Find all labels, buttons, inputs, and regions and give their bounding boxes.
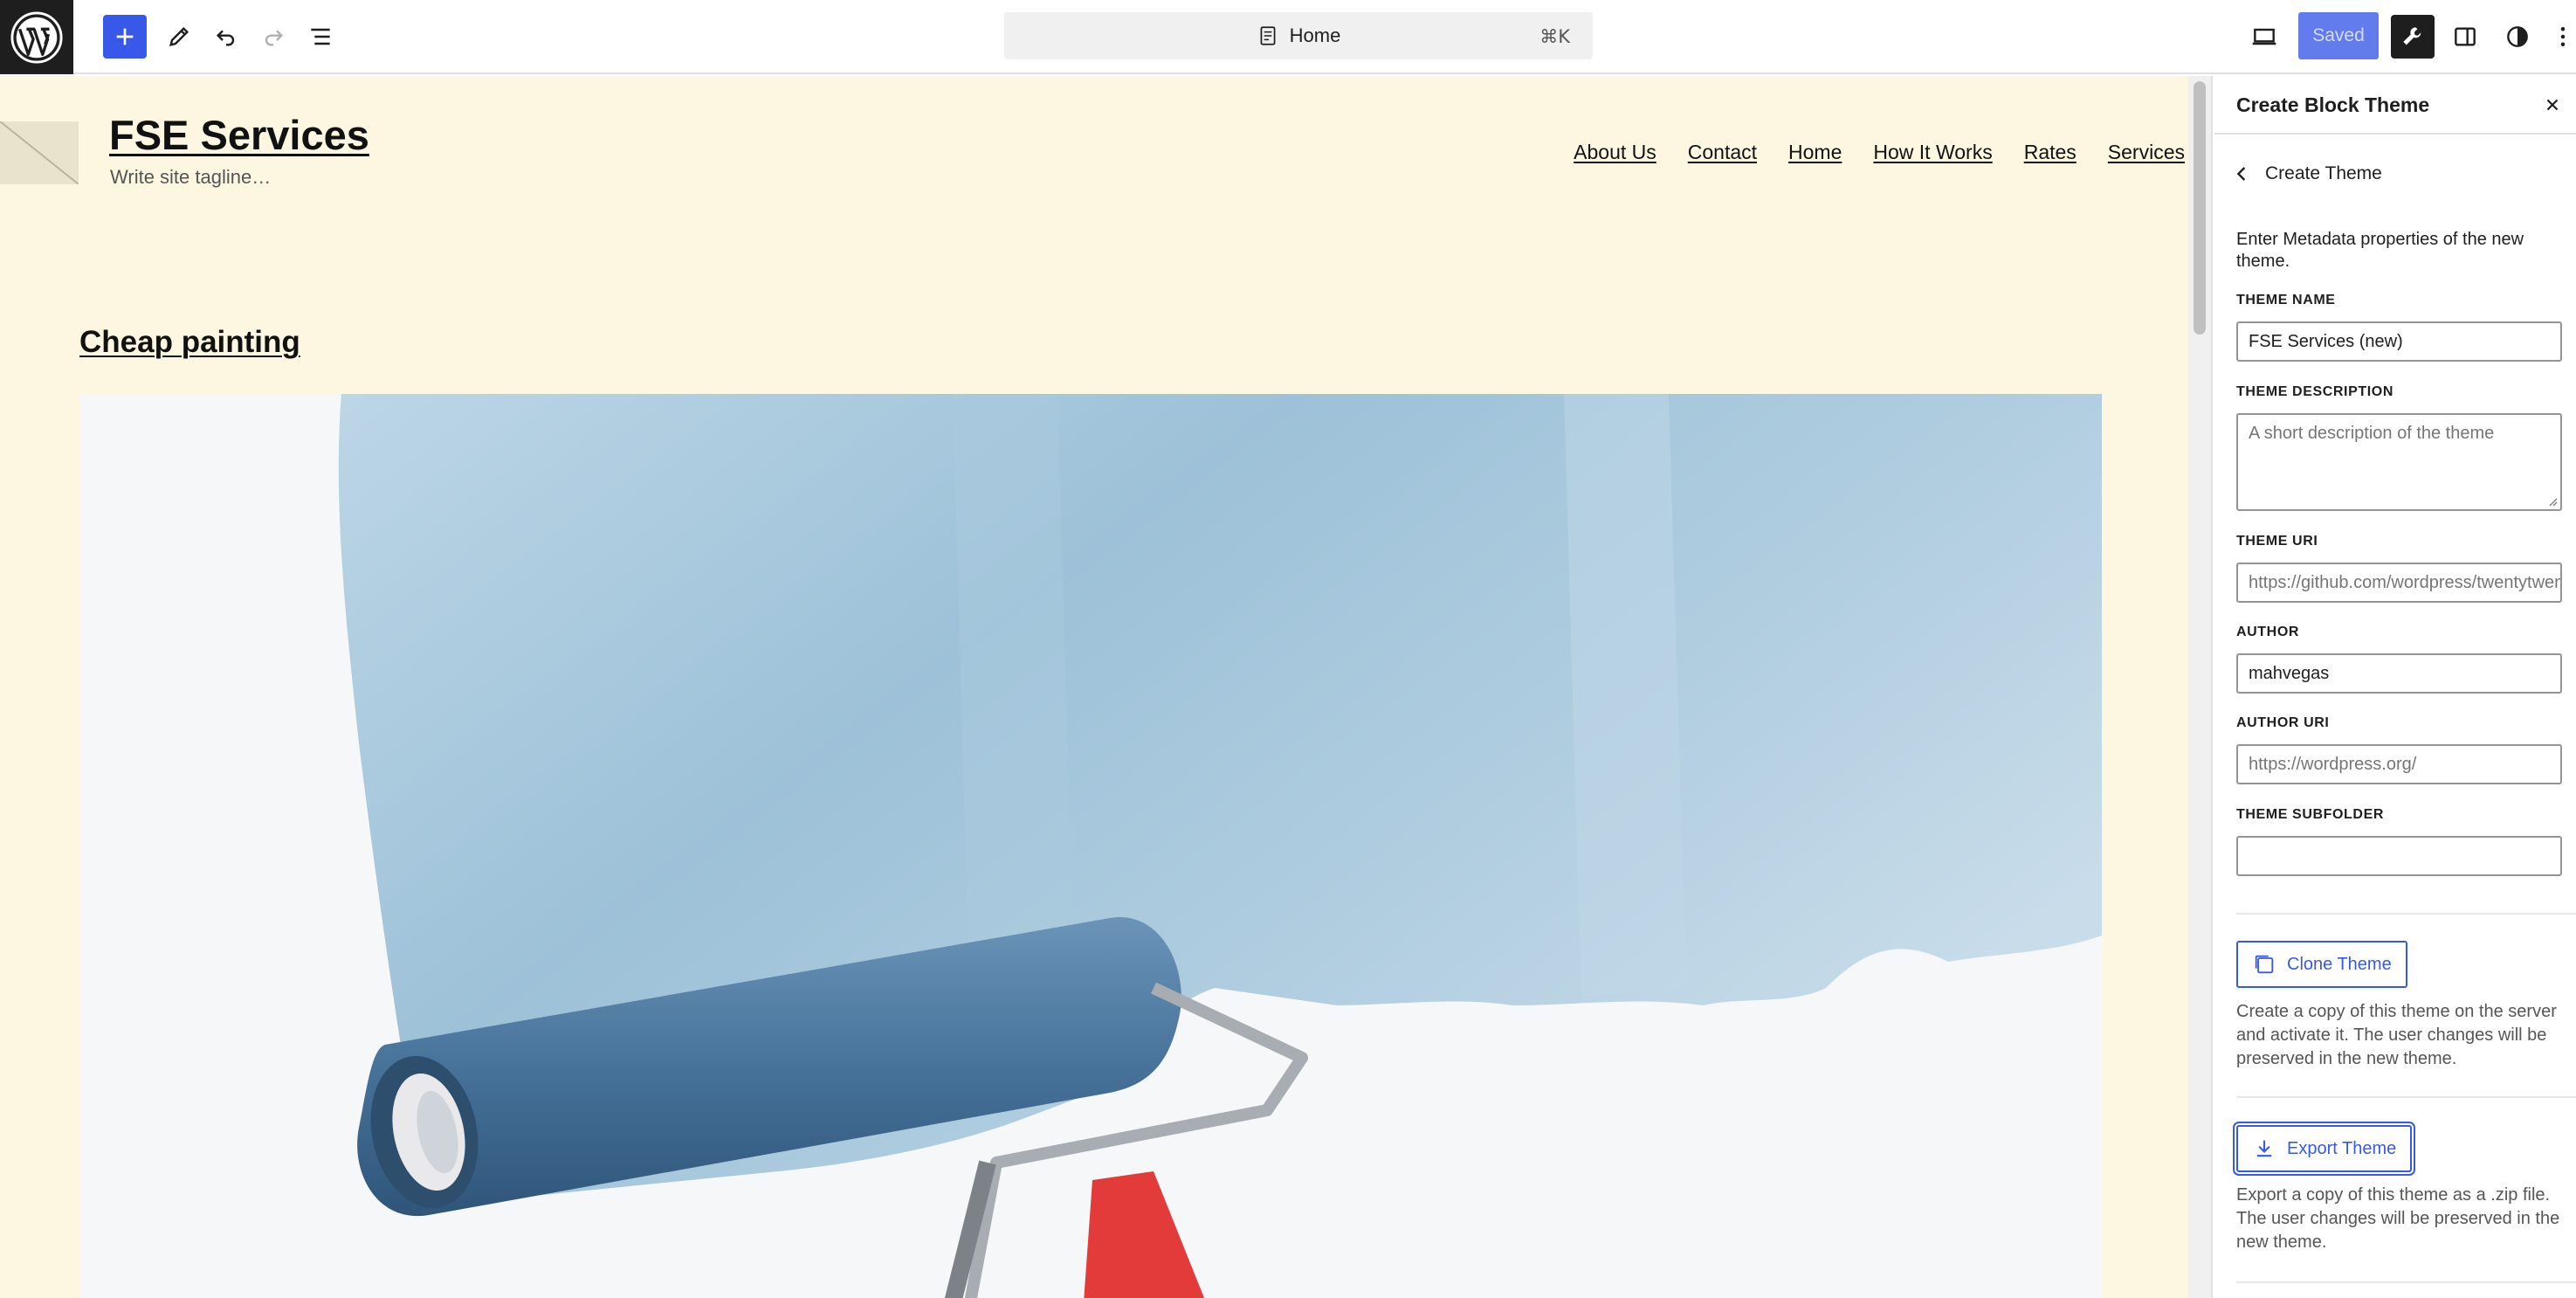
create-block-theme-plugin-button[interactable] bbox=[2391, 15, 2435, 59]
theme-subfolder-input[interactable] bbox=[2236, 836, 2562, 876]
sidebar-title: Create Block Theme bbox=[2236, 93, 2430, 116]
list-view-button[interactable] bbox=[299, 15, 342, 59]
featured-image[interactable] bbox=[79, 394, 2102, 1298]
half-circle-contrast-icon bbox=[2507, 26, 2528, 47]
sidebar-header: Create Block Theme bbox=[2214, 76, 2576, 135]
command-center-title: Home bbox=[1289, 24, 1341, 46]
export-theme-label: Export Theme bbox=[2287, 1138, 2397, 1158]
undo-icon bbox=[216, 30, 235, 46]
resize-handle-icon[interactable] bbox=[2547, 496, 2558, 507]
theme-name-input[interactable]: FSE Services (new) bbox=[2236, 321, 2562, 362]
nav-link-rates[interactable]: Rates bbox=[2024, 141, 2077, 164]
page-icon bbox=[1260, 26, 1276, 45]
nav-link-contact[interactable]: Contact bbox=[1688, 141, 1757, 164]
post-title[interactable]: Cheap painting bbox=[79, 325, 300, 360]
chevron-left-icon bbox=[2236, 167, 2246, 181]
back-label: Create Theme bbox=[2265, 163, 2382, 183]
nav-link-services[interactable]: Services bbox=[2108, 141, 2185, 164]
settings-sidebar-button[interactable] bbox=[2443, 15, 2487, 59]
close-icon bbox=[2546, 99, 2559, 111]
back-to-main-button[interactable]: Create Theme bbox=[2230, 162, 2382, 186]
pencil-icon bbox=[169, 26, 189, 46]
more-vertical-icon bbox=[2560, 27, 2566, 46]
site-tagline[interactable]: Write site tagline… bbox=[110, 166, 271, 189]
command-shortcut: ⌘K bbox=[1539, 26, 1570, 47]
desktop-icon bbox=[2252, 28, 2276, 45]
theme-description-textarea[interactable]: A short description of the theme bbox=[2236, 413, 2562, 511]
export-theme-description: Export a copy of this theme as a .zip fi… bbox=[2236, 1185, 2560, 1252]
download-icon bbox=[2256, 1140, 2272, 1157]
clone-theme-description: Create a copy of this theme on the serve… bbox=[2236, 1002, 2557, 1068]
nav-link-how-it-works[interactable]: How It Works bbox=[1873, 141, 1992, 164]
clone-theme-label: Clone Theme bbox=[2287, 954, 2392, 974]
author-input[interactable]: mahvegas bbox=[2236, 653, 2562, 694]
logo-placeholder-graphic bbox=[0, 121, 79, 185]
navigation-menu: About Us Contact Home How It Works Rates… bbox=[1574, 141, 2185, 164]
close-sidebar-button[interactable] bbox=[2538, 90, 2567, 120]
author-uri-label: AUTHOR URI bbox=[2236, 715, 2330, 730]
add-block-button[interactable] bbox=[103, 15, 147, 59]
preview-device-button[interactable] bbox=[2242, 15, 2286, 59]
sidebar-icon bbox=[2455, 27, 2476, 46]
section-divider bbox=[2236, 1096, 2576, 1098]
author-label: AUTHOR bbox=[2236, 625, 2300, 639]
create-block-theme-sidebar: Create Block Theme Create Theme Enter Me… bbox=[2214, 76, 2576, 1298]
wordpress-logo-button[interactable] bbox=[0, 0, 73, 74]
plus-icon bbox=[116, 28, 134, 45]
nav-link-home[interactable]: Home bbox=[1788, 141, 1842, 164]
theme-uri-label: THEME URI bbox=[2236, 534, 2318, 549]
theme-description-placeholder: A short description of the theme bbox=[2249, 424, 2495, 443]
clone-theme-button[interactable]: Clone Theme bbox=[2236, 941, 2407, 988]
section-divider bbox=[2236, 913, 2576, 915]
editor-canvas[interactable]: FSE Services Write site tagline… About U… bbox=[0, 76, 2188, 1298]
redo-icon bbox=[265, 30, 284, 46]
canvas-scrollbar[interactable] bbox=[2188, 76, 2213, 1298]
metadata-intro: Enter Metadata properties of the new the… bbox=[2236, 230, 2524, 271]
theme-description-label: THEME DESCRIPTION bbox=[2236, 384, 2393, 399]
options-menu-button[interactable] bbox=[2550, 15, 2576, 59]
theme-name-label: THEME NAME bbox=[2236, 293, 2336, 307]
paint-roller-photo bbox=[79, 394, 2102, 1298]
site-logo-placeholder[interactable] bbox=[0, 121, 79, 185]
canvas-scrollbar-thumb[interactable] bbox=[2194, 81, 2206, 335]
editor-top-toolbar: Home ⌘K Saved bbox=[0, 0, 2576, 74]
wrench-icon bbox=[2403, 27, 2421, 45]
site-title[interactable]: FSE Services bbox=[109, 111, 369, 159]
author-uri-input[interactable]: https://wordpress.org/ bbox=[2236, 744, 2562, 784]
undo-button[interactable] bbox=[204, 15, 248, 59]
styles-button[interactable] bbox=[2496, 15, 2539, 59]
tools-pencil-button[interactable] bbox=[157, 15, 201, 59]
saved-button[interactable]: Saved bbox=[2298, 12, 2379, 59]
wordpress-icon bbox=[10, 10, 63, 64]
list-view-icon bbox=[311, 28, 330, 45]
export-theme-button[interactable]: Export Theme bbox=[2236, 1125, 2413, 1172]
theme-subfolder-label: THEME SUBFOLDER bbox=[2236, 807, 2384, 822]
section-divider bbox=[2236, 1281, 2576, 1283]
theme-uri-input[interactable]: https://github.com/wordpress/twentytwent… bbox=[2236, 563, 2562, 603]
nav-link-about-us[interactable]: About Us bbox=[1574, 141, 1656, 164]
redo-button[interactable] bbox=[251, 15, 295, 59]
command-center[interactable]: Home ⌘K bbox=[1004, 12, 1593, 59]
copy-icon bbox=[2255, 955, 2274, 974]
